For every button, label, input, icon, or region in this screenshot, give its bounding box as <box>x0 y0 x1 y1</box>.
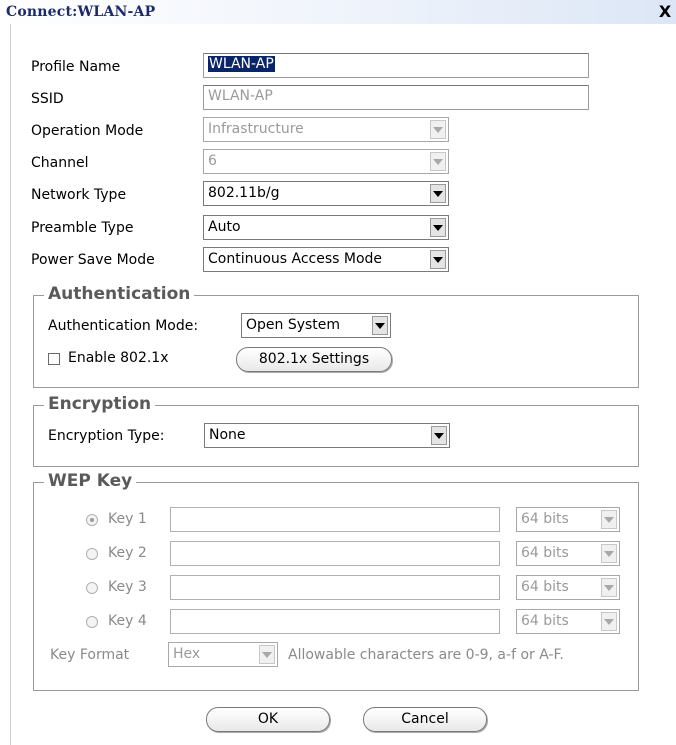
wep-key-title: WEP Key <box>44 471 137 491</box>
wep-key-group: WEP Key Key 1 64 bits Key 2 64 bits Key … <box>33 471 639 691</box>
key-format-label: Key Format <box>50 647 130 663</box>
key-format-hint: Allowable characters are 0-9, a-f or A-F… <box>288 647 564 663</box>
encryption-title: Encryption <box>44 394 156 414</box>
key-format-select[interactable]: Hex <box>168 642 278 667</box>
preamble-type-select[interactable]: Auto <box>203 215 449 240</box>
ssid-label: SSID <box>31 91 64 107</box>
key2-bits-select[interactable]: 64 bits <box>516 541 620 566</box>
ok-button[interactable]: OK <box>206 707 330 732</box>
power-save-mode-select[interactable]: Continuous Access Mode <box>203 247 449 272</box>
chevron-down-icon <box>430 184 446 203</box>
key1-radio[interactable] <box>86 514 98 526</box>
chevron-down-icon <box>430 250 446 269</box>
connect-dialog: Profile Name WLAN-AP SSID WLAN-AP Operat… <box>10 24 676 745</box>
chevron-down-icon <box>601 578 617 597</box>
ssid-value: WLAN-AP <box>208 88 273 104</box>
authentication-mode-label: Authentication Mode: <box>48 318 199 334</box>
key3-radio[interactable] <box>86 582 98 594</box>
close-icon[interactable]: X <box>656 3 674 21</box>
key4-input[interactable] <box>170 609 500 634</box>
key2-bits-value: 64 bits <box>521 545 569 561</box>
power-save-mode-label: Power Save Mode <box>31 252 155 268</box>
authentication-mode-value: Open System <box>246 317 341 333</box>
key4-label: Key 4 <box>108 613 147 629</box>
network-type-label: Network Type <box>31 187 127 203</box>
key1-input[interactable] <box>170 507 500 532</box>
key2-input[interactable] <box>170 541 500 566</box>
key1-bits-value: 64 bits <box>521 511 569 527</box>
preamble-type-value: Auto <box>208 219 241 235</box>
operation-mode-select[interactable]: Infrastructure <box>203 117 449 142</box>
encryption-type-select[interactable]: None <box>204 423 450 448</box>
network-type-value: 802.11b/g <box>208 185 280 201</box>
channel-label: Channel <box>31 155 89 171</box>
title-bar: Connect:WLAN-AP X <box>0 0 676 24</box>
cancel-button[interactable]: Cancel <box>363 707 487 732</box>
8021x-settings-button[interactable]: 802.1x Settings <box>236 347 392 372</box>
chevron-down-icon <box>601 510 617 529</box>
power-save-mode-value: Continuous Access Mode <box>208 251 383 267</box>
profile-name-input[interactable]: WLAN-AP <box>203 53 589 78</box>
key1-bits-select[interactable]: 64 bits <box>516 507 620 532</box>
key3-bits-value: 64 bits <box>521 579 569 595</box>
key4-radio[interactable] <box>86 616 98 628</box>
key1-label: Key 1 <box>108 511 147 527</box>
chevron-down-icon <box>430 152 446 171</box>
key3-input[interactable] <box>170 575 500 600</box>
operation-mode-label: Operation Mode <box>31 123 144 139</box>
ssid-input[interactable]: WLAN-AP <box>203 85 589 110</box>
operation-mode-value: Infrastructure <box>208 121 304 137</box>
key2-label: Key 2 <box>108 545 147 561</box>
window-title: Connect:WLAN-AP <box>6 4 156 20</box>
channel-value: 6 <box>208 153 217 169</box>
preamble-type-label: Preamble Type <box>31 220 134 236</box>
authentication-group: Authentication Authentication Mode: Open… <box>33 284 639 388</box>
network-type-select[interactable]: 802.11b/g <box>203 181 449 206</box>
chevron-down-icon <box>601 612 617 631</box>
encryption-type-label: Encryption Type: <box>48 428 165 444</box>
channel-select[interactable]: 6 <box>203 149 449 174</box>
key4-bits-value: 64 bits <box>521 613 569 629</box>
encryption-group: Encryption Encryption Type: None <box>33 394 639 467</box>
chevron-down-icon <box>259 645 275 664</box>
key3-label: Key 3 <box>108 579 147 595</box>
key-format-value: Hex <box>173 646 201 662</box>
enable-8021x-checkbox[interactable] <box>48 353 60 365</box>
key3-bits-select[interactable]: 64 bits <box>516 575 620 600</box>
chevron-down-icon <box>431 426 447 445</box>
profile-name-label: Profile Name <box>31 59 121 75</box>
chevron-down-icon <box>430 218 446 237</box>
chevron-down-icon <box>372 316 388 335</box>
key2-radio[interactable] <box>86 548 98 560</box>
profile-name-value: WLAN-AP <box>208 56 275 72</box>
encryption-type-value: None <box>209 427 246 443</box>
authentication-mode-select[interactable]: Open System <box>241 313 391 338</box>
key4-bits-select[interactable]: 64 bits <box>516 609 620 634</box>
chevron-down-icon <box>430 120 446 139</box>
authentication-title: Authentication <box>44 284 195 304</box>
enable-8021x-label: Enable 802.1x <box>68 350 169 366</box>
chevron-down-icon <box>601 544 617 563</box>
